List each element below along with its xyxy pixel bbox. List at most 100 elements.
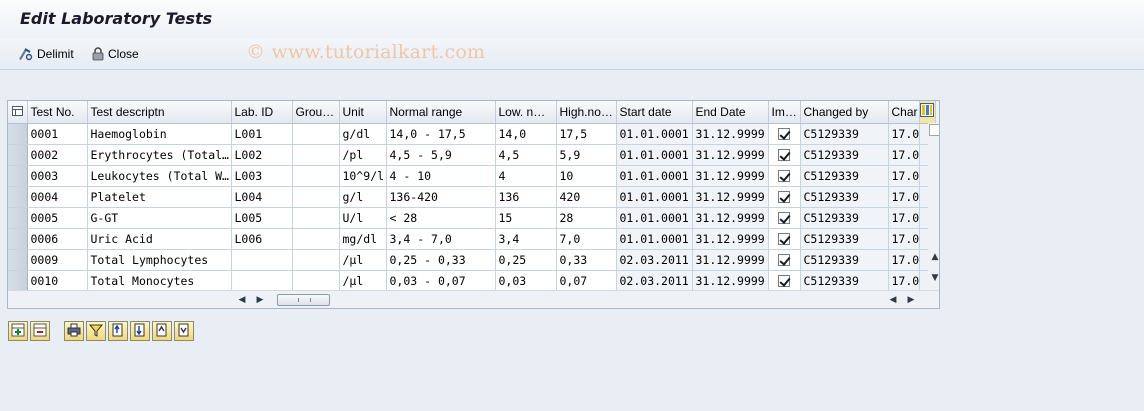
- cell-end-date[interactable]: 31.12.9999: [692, 123, 769, 145]
- cell-test-no[interactable]: 0004: [27, 186, 88, 208]
- cell-test-description[interactable]: Haemoglobin: [87, 123, 232, 145]
- cell-end-date[interactable]: 31.12.9999: [692, 186, 769, 208]
- cell-unit[interactable]: 10^9/l: [339, 165, 387, 187]
- cell-normal-range[interactable]: 4,5 - 5,9: [386, 144, 496, 166]
- cell-unit[interactable]: /µl: [339, 249, 387, 271]
- row-selector[interactable]: [8, 123, 28, 145]
- cell-test-no[interactable]: 0010: [27, 270, 88, 292]
- cell-group[interactable]: [292, 228, 340, 250]
- cell-start-date[interactable]: 02.03.2011: [616, 249, 693, 271]
- cell-start-date[interactable]: 01.01.0001: [616, 123, 693, 145]
- cell-end-date[interactable]: 31.12.9999: [692, 144, 769, 166]
- scroll-thumb-vertical[interactable]: [929, 124, 939, 136]
- cell-changed-on[interactable]: 17.0: [888, 228, 921, 250]
- cell-test-no[interactable]: 0009: [27, 249, 88, 271]
- print-button[interactable]: [64, 321, 84, 341]
- cell-end-date[interactable]: 31.12.9999: [692, 249, 769, 271]
- cell-normal-range[interactable]: 136-420: [386, 186, 496, 208]
- cell-lab-id[interactable]: [231, 270, 293, 292]
- cell-changed-on[interactable]: 17.0: [888, 249, 921, 271]
- delete-row-button[interactable]: [30, 321, 50, 341]
- cell-low-normal[interactable]: 14,0: [495, 123, 557, 145]
- cell-start-date[interactable]: 01.01.0001: [616, 207, 693, 229]
- cell-low-normal[interactable]: 136: [495, 186, 557, 208]
- horizontal-scrollbar[interactable]: ◀ ▶ ◀ ▶: [8, 290, 939, 308]
- cell-end-date[interactable]: 31.12.9999: [692, 270, 769, 292]
- cell-changed-on[interactable]: 17.0: [888, 207, 921, 229]
- table-row[interactable]: 0009 Total Lymphocytes/µl 0,25 - 0,33 0,25 0…: [8, 249, 936, 271]
- cell-test-description[interactable]: G-GT: [87, 207, 232, 229]
- cell-test-no[interactable]: 0001: [27, 123, 88, 145]
- scroll-thumb-horizontal[interactable]: [277, 294, 330, 306]
- cell-imported[interactable]: [768, 249, 801, 271]
- cell-unit[interactable]: U/l: [339, 207, 387, 229]
- delimit-button[interactable]: Delimit: [17, 44, 74, 64]
- row-selector[interactable]: [8, 207, 28, 229]
- cell-start-date[interactable]: 01.01.0001: [616, 144, 693, 166]
- vertical-scrollbar[interactable]: ▲ ▼: [928, 123, 939, 291]
- cell-normal-range[interactable]: 0,25 - 0,33: [386, 249, 496, 271]
- cell-changed-by[interactable]: C5129339: [800, 270, 889, 292]
- col-header-normal-range[interactable]: Normal range: [386, 101, 496, 124]
- cell-group[interactable]: [292, 165, 340, 187]
- cell-unit[interactable]: g/dl: [339, 123, 387, 145]
- table-row[interactable]: 0005 G-GT L005 U/l < 28 15 28 01.01.0001 31.12.9…: [8, 207, 936, 229]
- checkbox[interactable]: [778, 170, 790, 182]
- cell-test-no[interactable]: 0006: [27, 228, 88, 250]
- cell-lab-id[interactable]: L004: [231, 186, 293, 208]
- col-header-high-normal[interactable]: High.no…: [556, 101, 617, 124]
- cell-high-normal[interactable]: 5,9: [556, 144, 617, 166]
- cell-test-description[interactable]: Total Monocytes: [87, 270, 232, 292]
- cell-test-description[interactable]: Platelet: [87, 186, 232, 208]
- cell-start-date[interactable]: 01.01.0001: [616, 186, 693, 208]
- cell-changed-by[interactable]: C5129339: [800, 123, 889, 145]
- checkbox[interactable]: [778, 191, 790, 203]
- cell-changed-by[interactable]: C5129339: [800, 207, 889, 229]
- cell-lab-id[interactable]: [231, 249, 293, 271]
- checkbox[interactable]: [778, 149, 790, 161]
- cell-imported[interactable]: [768, 270, 801, 292]
- page-up-button[interactable]: [152, 321, 172, 341]
- cell-imported[interactable]: [768, 123, 801, 145]
- page-down-button[interactable]: [174, 321, 194, 341]
- checkbox[interactable]: [778, 128, 790, 140]
- row-selector[interactable]: [8, 186, 28, 208]
- cell-lab-id[interactable]: L002: [231, 144, 293, 166]
- cell-changed-by[interactable]: C5129339: [800, 144, 889, 166]
- sort-descending-button[interactable]: [130, 321, 150, 341]
- sort-ascending-button[interactable]: [108, 321, 128, 341]
- cell-test-no[interactable]: 0003: [27, 165, 88, 187]
- scroll-left-icon[interactable]: ◀: [237, 294, 247, 306]
- cell-low-normal[interactable]: 15: [495, 207, 557, 229]
- cell-high-normal[interactable]: 0,33: [556, 249, 617, 271]
- scroll-right-icon[interactable]: ▶: [255, 294, 265, 306]
- scroll-up-icon[interactable]: ▲: [930, 251, 939, 263]
- cell-low-normal[interactable]: 3,4: [495, 228, 557, 250]
- checkbox[interactable]: [778, 212, 790, 224]
- cell-low-normal[interactable]: 0,25: [495, 249, 557, 271]
- cell-low-normal[interactable]: 0,03: [495, 270, 557, 292]
- row-selector[interactable]: [8, 165, 28, 187]
- cell-imported[interactable]: [768, 144, 801, 166]
- cell-high-normal[interactable]: 17,5: [556, 123, 617, 145]
- scroll-right-icon-right[interactable]: ▶: [906, 294, 916, 306]
- col-header-group[interactable]: Grou…: [292, 101, 340, 124]
- cell-high-normal[interactable]: 28: [556, 207, 617, 229]
- cell-end-date[interactable]: 31.12.9999: [692, 228, 769, 250]
- col-header-start-date[interactable]: Start date: [616, 101, 693, 124]
- cell-normal-range[interactable]: 4 - 10: [386, 165, 496, 187]
- col-header-changed-on[interactable]: Char: [888, 101, 921, 124]
- cell-high-normal[interactable]: 0,07: [556, 270, 617, 292]
- select-all-button[interactable]: [8, 101, 28, 124]
- cell-low-normal[interactable]: 4,5: [495, 144, 557, 166]
- cell-changed-on[interactable]: 17.0: [888, 165, 921, 187]
- table-row[interactable]: 0010 Total Monocytes/µl 0,03 - 0,07 0,03 0,0…: [8, 270, 936, 292]
- cell-changed-on[interactable]: 17.0: [888, 144, 921, 166]
- cell-group[interactable]: [292, 144, 340, 166]
- cell-end-date[interactable]: 31.12.9999: [692, 165, 769, 187]
- checkbox[interactable]: [778, 254, 790, 266]
- cell-unit[interactable]: /µl: [339, 270, 387, 292]
- cell-end-date[interactable]: 31.12.9999: [692, 207, 769, 229]
- insert-row-button[interactable]: [8, 321, 28, 341]
- cell-unit[interactable]: g/l: [339, 186, 387, 208]
